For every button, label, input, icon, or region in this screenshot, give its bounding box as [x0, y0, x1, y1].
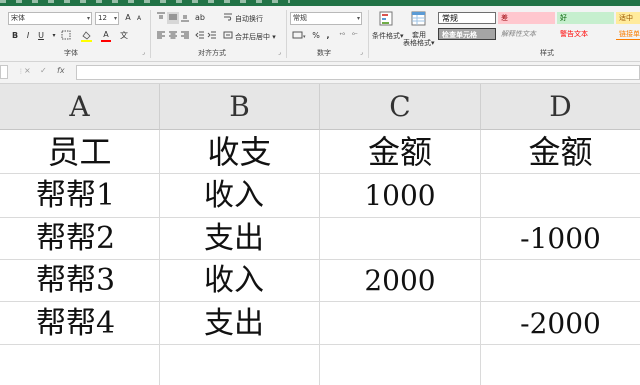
style-linked-cell[interactable]: 链接单 [616, 28, 640, 40]
group-label-styles: 样式 [540, 49, 554, 57]
cell-b2[interactable]: 收入 [160, 174, 320, 218]
format-as-table-icon[interactable] [410, 11, 428, 29]
cell-b4[interactable]: 收入 [160, 260, 320, 302]
format-as-table-button[interactable]: 表格格式▾ [403, 38, 435, 48]
italic-button[interactable]: I [22, 30, 34, 42]
cell-a1[interactable]: 员工 [0, 130, 160, 174]
cell-b1[interactable]: 收支 [160, 130, 320, 174]
cell-c1[interactable]: 金额 [320, 130, 481, 174]
name-box[interactable] [0, 65, 8, 79]
style-normal[interactable]: 常规 [438, 12, 496, 24]
borders-icon[interactable] [60, 30, 72, 42]
group-separator [368, 10, 369, 58]
style-bad[interactable]: 差 [498, 12, 555, 24]
align-left-icon[interactable] [155, 30, 167, 42]
column-header-c[interactable]: C [320, 84, 481, 130]
worksheet-grid[interactable]: A B C D 员工 收支 金额 金额 帮帮1 收入 1000 帮帮2 支出 -… [0, 84, 640, 385]
chevron-down-icon: ▾ [86, 15, 90, 22]
comma-style-button[interactable]: , [322, 30, 334, 42]
decrease-decimal-icon[interactable]: ⁰⁻ [349, 30, 361, 42]
cell-a2[interactable]: 帮帮1 [0, 174, 160, 218]
align-middle-icon[interactable] [167, 12, 179, 24]
cell-b5[interactable]: 支出 [160, 302, 320, 345]
chevron-down-icon: ▾ [356, 15, 360, 22]
cell-d6[interactable] [481, 345, 640, 385]
bold-button[interactable]: B [9, 30, 21, 42]
column-header-d[interactable]: D [481, 84, 640, 130]
align-top-icon[interactable] [155, 12, 167, 24]
cell-d1[interactable]: 金额 [481, 130, 640, 174]
number-format-value: 常规 [293, 14, 307, 22]
underline-button[interactable]: U [35, 30, 47, 42]
cell-d5[interactable]: -2000 [481, 302, 640, 345]
group-separator [286, 10, 287, 58]
group-label-font: 字体 [64, 49, 78, 57]
percent-style-button[interactable]: % [310, 30, 322, 42]
ribbon: 宋体 ▾ 12 ▾ A A B I U ▾ A 文 字体 ⌟ ab 自动换行 合… [0, 6, 640, 62]
cell-b3[interactable]: 支出 [160, 218, 320, 260]
svg-text:▾: ▾ [303, 34, 306, 40]
cell-a6[interactable] [0, 345, 160, 385]
font-size-value: 12 [98, 14, 107, 22]
chevron-down-icon: ▾ [113, 15, 117, 22]
align-bottom-icon[interactable] [179, 12, 191, 24]
number-format-select[interactable]: 常规 ▾ [290, 12, 362, 25]
quick-access-toolbar[interactable] [0, 0, 290, 3]
phonetic-icon[interactable]: 文 [118, 30, 130, 42]
dialog-launcher-icon[interactable]: ⌟ [360, 49, 363, 56]
conditional-format-button[interactable]: 条件格式▾ [372, 31, 404, 41]
decrease-indent-icon[interactable] [194, 30, 206, 42]
style-check-cell[interactable]: 检查单元格 [438, 28, 496, 40]
merge-center-label: 合并后居中 [235, 33, 270, 41]
merge-center-icon[interactable] [222, 30, 234, 42]
format-as-table-label-2: 表格格式 [403, 39, 431, 47]
font-color-icon[interactable]: A [100, 29, 112, 42]
wrap-text-icon[interactable] [222, 12, 234, 24]
fill-color-icon[interactable] [80, 30, 92, 42]
cell-a5[interactable]: 帮帮4 [0, 302, 160, 345]
formula-input[interactable] [76, 65, 640, 80]
dialog-launcher-icon[interactable]: ⌟ [142, 49, 145, 56]
formula-bar: ⋮ × ✓ fx [0, 62, 640, 84]
decrease-font-icon[interactable]: A [133, 13, 145, 25]
font-name-value: 宋体 [11, 14, 25, 22]
cell-d4[interactable] [481, 260, 640, 302]
align-center-icon[interactable] [167, 30, 179, 42]
cell-c5[interactable] [320, 302, 481, 345]
insert-function-icon[interactable]: fx [57, 66, 65, 75]
increase-indent-icon[interactable] [206, 30, 218, 42]
cell-c2[interactable]: 1000 [320, 174, 481, 218]
cell-b6[interactable] [160, 345, 320, 385]
style-neutral[interactable]: 适中 [616, 12, 640, 24]
column-header-b[interactable]: B [160, 84, 320, 130]
style-good[interactable]: 好 [557, 12, 614, 24]
merge-center-button[interactable]: 合并后居中 ▾ [235, 32, 276, 42]
column-header-a[interactable]: A [0, 84, 160, 130]
align-right-icon[interactable] [179, 30, 191, 42]
cell-c3[interactable] [320, 218, 481, 260]
conditional-format-icon[interactable] [378, 11, 396, 29]
orientation-icon[interactable]: ab [194, 12, 206, 24]
group-label-alignment: 对齐方式 [198, 49, 226, 57]
style-warning[interactable]: 警告文本 [557, 28, 614, 40]
style-explanatory[interactable]: 解释性文本 [498, 28, 555, 40]
accounting-format-icon[interactable]: ▾ [290, 30, 308, 42]
increase-decimal-icon[interactable]: ⁺⁰ [336, 30, 348, 42]
wrap-text-button[interactable]: 自动换行 [235, 14, 263, 24]
cell-c4[interactable]: 2000 [320, 260, 481, 302]
cell-a3[interactable]: 帮帮2 [0, 218, 160, 260]
cell-a4[interactable]: 帮帮3 [0, 260, 160, 302]
enter-icon[interactable]: ✓ [40, 66, 47, 75]
cell-d2[interactable] [481, 174, 640, 218]
cell-c6[interactable] [320, 345, 481, 385]
conditional-format-label: 条件格式 [372, 32, 400, 40]
cell-d3[interactable]: -1000 [481, 218, 640, 260]
group-separator [150, 10, 151, 58]
cancel-icon[interactable]: × [24, 66, 31, 75]
font-size-select[interactable]: 12 ▾ [95, 12, 119, 25]
font-name-select[interactable]: 宋体 ▾ [8, 12, 92, 25]
dropdown-icon[interactable]: ▾ [48, 30, 60, 42]
group-label-number: 数字 [317, 49, 331, 57]
dialog-launcher-icon[interactable]: ⌟ [278, 49, 281, 56]
